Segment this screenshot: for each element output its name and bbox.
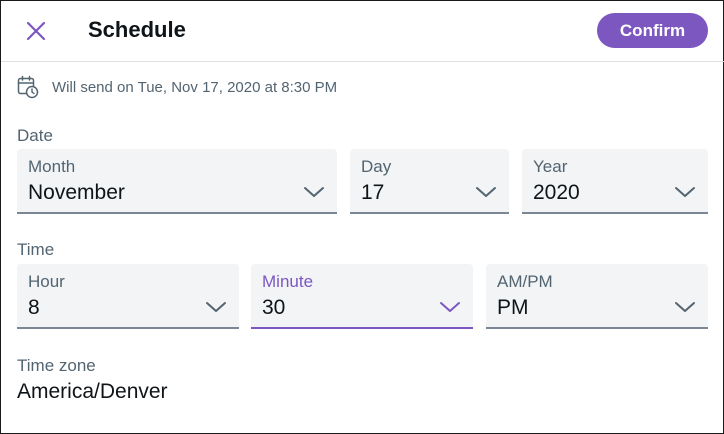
chevron-down-icon: [440, 302, 460, 312]
calendar-clock-icon: [17, 75, 39, 99]
minute-label: Minute: [262, 272, 314, 291]
day-select[interactable]: Day 17: [350, 149, 509, 214]
ampm-label: AM/PM: [497, 272, 553, 291]
close-button[interactable]: [17, 12, 55, 50]
date-section-label: Date: [17, 126, 53, 145]
dialog-header: Schedule Confirm: [1, 1, 724, 62]
ampm-select[interactable]: AM/PM PM: [486, 264, 708, 329]
hour-value: 8: [28, 296, 40, 319]
day-value: 17: [361, 181, 385, 204]
timezone-value: America/Denver: [17, 380, 168, 403]
time-section-label: Time: [17, 240, 55, 259]
minute-value: 30: [262, 296, 286, 319]
chevron-down-icon: [675, 187, 695, 197]
chevron-down-icon: [304, 187, 324, 197]
hour-select[interactable]: Hour 8: [17, 264, 239, 329]
schedule-dialog: Schedule Confirm Will send on Tue, Nov 1…: [0, 0, 724, 434]
month-value: November: [28, 181, 125, 204]
chevron-down-icon: [476, 187, 496, 197]
minute-select[interactable]: Minute 30: [251, 264, 473, 329]
dialog-title: Schedule: [88, 17, 186, 42]
confirm-button[interactable]: Confirm: [597, 13, 708, 48]
day-label: Day: [361, 157, 392, 176]
chevron-down-icon: [675, 302, 695, 312]
close-icon: [26, 21, 46, 41]
send-info: Will send on Tue, Nov 17, 2020 at 8:30 P…: [17, 75, 337, 99]
year-select[interactable]: Year 2020: [522, 149, 708, 214]
year-value: 2020: [533, 181, 580, 204]
ampm-value: PM: [497, 296, 529, 319]
month-select[interactable]: Month November: [17, 149, 337, 214]
send-info-text: Will send on Tue, Nov 17, 2020 at 8:30 P…: [52, 78, 338, 96]
timezone-label: Time zone: [17, 356, 96, 375]
chevron-down-icon: [206, 302, 226, 312]
hour-label: Hour: [28, 272, 65, 291]
month-label: Month: [28, 157, 76, 176]
year-label: Year: [533, 157, 568, 176]
